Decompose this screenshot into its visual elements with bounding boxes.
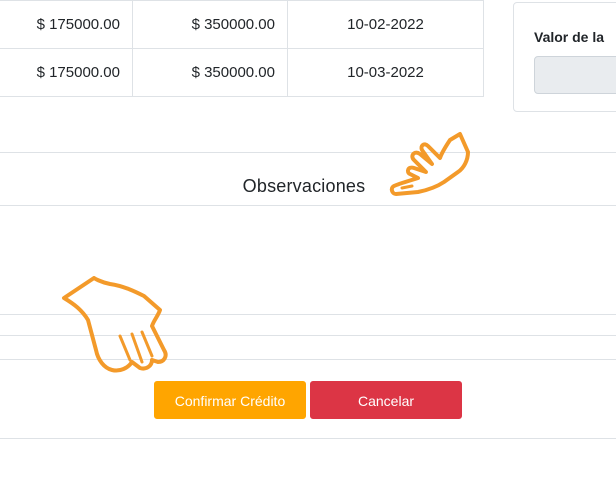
balance-amount: $ 350000.00	[132, 47, 288, 97]
due-date: 10-02-2022	[287, 0, 484, 49]
observations-title-text: Observaciones	[242, 176, 366, 196]
installment-amount: $ 175000.00	[0, 0, 133, 49]
credit-value-card: Valor de la	[513, 2, 616, 112]
confirm-credit-button[interactable]: Confirmar Crédito	[154, 381, 306, 419]
section-divider	[0, 205, 616, 206]
section-divider	[0, 152, 616, 153]
table-row: $ 175000.00 $ 350000.00 10-02-2022	[0, 0, 484, 49]
balance-amount: $ 350000.00	[132, 0, 288, 49]
pointing-hand-icon	[389, 132, 470, 196]
observations-title: Observaciones	[0, 176, 616, 197]
credit-value-field[interactable]	[534, 56, 616, 94]
cancel-button[interactable]: Cancelar	[310, 381, 462, 419]
due-date: 10-03-2022	[287, 47, 484, 97]
payment-schedule-table: $ 175000.00 $ 350000.00 10-02-2022 $ 175…	[0, 0, 484, 112]
credit-value-label: Valor de la	[534, 29, 605, 45]
section-divider	[0, 438, 616, 439]
pointing-hand-icon	[62, 276, 168, 373]
schedule-table: $ 175000.00 $ 350000.00 10-02-2022 $ 175…	[0, 0, 484, 97]
installment-amount: $ 175000.00	[0, 47, 133, 97]
table-row: $ 175000.00 $ 350000.00 10-03-2022	[0, 47, 484, 97]
